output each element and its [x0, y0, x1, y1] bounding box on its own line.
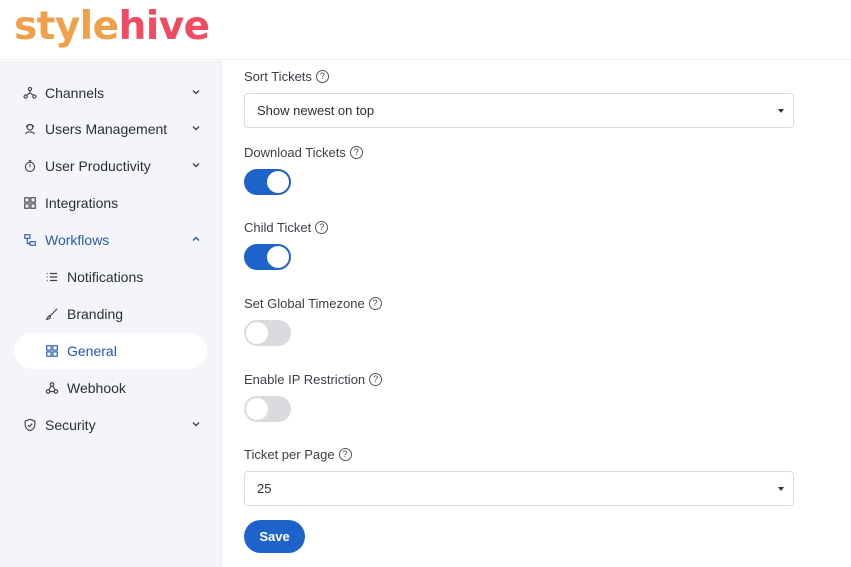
download-tickets-label: Download Tickets ?: [244, 145, 363, 160]
chevron-down-icon: [192, 422, 200, 427]
users-icon: [22, 121, 38, 137]
workflows-icon: [22, 232, 38, 248]
webhook-icon: [44, 380, 60, 396]
download-tickets-label-text: Download Tickets: [244, 145, 346, 160]
sidebar-item-label: Channels: [45, 85, 105, 101]
help-icon[interactable]: ?: [338, 448, 352, 461]
integrations-icon: [22, 195, 38, 211]
ticket-per-page-label: Ticket per Page ?: [244, 447, 352, 462]
sidebar-item-label: User Productivity: [45, 158, 151, 174]
sort-tickets-value: Show newest on top: [257, 103, 375, 118]
help-icon[interactable]: ?: [368, 297, 382, 310]
ip-restriction-label-text: Enable IP Restriction: [244, 372, 366, 387]
shield-icon: [22, 417, 38, 433]
ticket-per-page-label-text: Ticket per Page: [244, 447, 335, 462]
chevron-down-icon: [192, 90, 200, 95]
toggle-knob: [267, 171, 289, 193]
sidebar-item-label: Integrations: [45, 195, 119, 211]
sort-tickets-label: Sort Tickets ?: [244, 69, 329, 84]
global-timezone-toggle[interactable]: [244, 320, 291, 346]
global-timezone-label-text: Set Global Timezone: [244, 296, 365, 311]
sidebar-item-notifications[interactable]: Notifications: [14, 259, 207, 295]
grid-icon: [44, 343, 60, 359]
sidebar-item-security[interactable]: Security: [14, 407, 207, 443]
sidebar-item-channels[interactable]: Channels: [14, 75, 207, 111]
sort-tickets-label-text: Sort Tickets: [244, 69, 312, 84]
global-timezone-label: Set Global Timezone ?: [244, 296, 382, 311]
download-tickets-toggle[interactable]: [244, 169, 291, 195]
save-button[interactable]: Save: [244, 520, 305, 553]
caret-down-icon: [778, 109, 784, 113]
logo-text-hive: hive: [118, 4, 211, 49]
sidebar-item-user-productivity[interactable]: User Productivity: [14, 148, 207, 184]
ip-restriction-label: Enable IP Restriction ?: [244, 372, 383, 387]
stopwatch-icon: [22, 158, 38, 174]
sidebar-item-label: Branding: [67, 306, 124, 322]
chevron-down-icon: [192, 126, 200, 131]
help-icon[interactable]: ?: [369, 373, 383, 386]
ticket-per-page-select[interactable]: 25: [244, 471, 794, 506]
toggle-knob: [246, 322, 268, 344]
sidebar-item-label: Workflows: [45, 232, 110, 248]
brush-icon: [44, 306, 60, 322]
stylehive-logo[interactable]: stylehive: [14, 4, 210, 50]
sidebar-item-general[interactable]: General: [14, 333, 207, 369]
child-ticket-toggle[interactable]: [244, 244, 291, 270]
sidebar-item-branding[interactable]: Branding: [14, 296, 207, 332]
caret-down-icon: [778, 487, 784, 491]
sidebar-item-workflows[interactable]: Workflows: [14, 222, 207, 258]
help-icon[interactable]: ?: [315, 221, 329, 234]
sidebar-item-integrations[interactable]: Integrations: [14, 185, 207, 221]
sidebar-item-label: Users Management: [45, 121, 168, 137]
chevron-down-icon: [192, 163, 200, 168]
sidebar-item-label: Webhook: [67, 380, 126, 396]
help-icon[interactable]: ?: [349, 146, 363, 159]
ip-restriction-toggle[interactable]: [244, 396, 291, 422]
channels-icon: [22, 85, 38, 101]
list-icon: [44, 269, 60, 285]
child-ticket-label-text: Child Ticket: [244, 220, 312, 235]
chevron-up-icon: [192, 236, 200, 241]
sidebar-item-users-management[interactable]: Users Management: [14, 111, 207, 147]
ticket-per-page-value: 25: [257, 481, 272, 496]
sidebar-item-label: Notifications: [67, 269, 144, 285]
toggle-knob: [246, 398, 268, 420]
sidebar-item-label: Security: [45, 417, 96, 433]
child-ticket-label: Child Ticket ?: [244, 220, 329, 235]
toggle-knob: [267, 246, 289, 268]
sort-tickets-select[interactable]: Show newest on top: [244, 93, 794, 128]
app-header: stylehive: [0, 0, 851, 60]
sidebar-item-label: General: [67, 343, 117, 359]
help-icon[interactable]: ?: [315, 70, 329, 83]
sidebar-item-webhook[interactable]: Webhook: [14, 370, 207, 406]
logo-text-style: style: [14, 4, 119, 49]
